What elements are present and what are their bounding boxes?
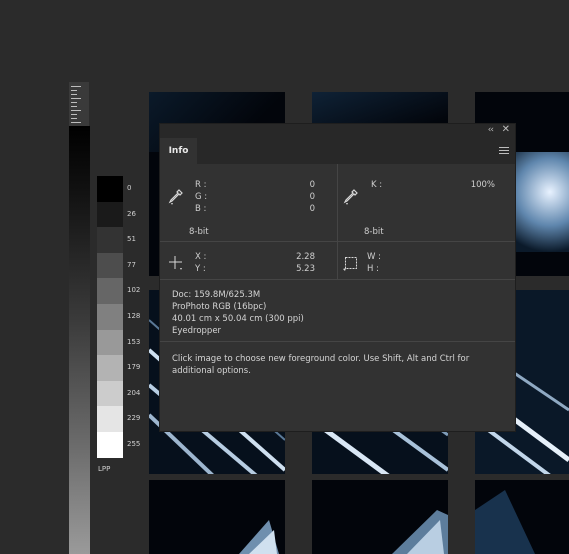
divider: [160, 341, 515, 342]
info-panel: ‹‹ ✕ Info R : G : B : 0 0 0 8-bit K : 10…: [159, 123, 516, 432]
luminance-value: 255: [127, 439, 141, 448]
r-label: R :: [195, 180, 207, 190]
doc-size: Doc: 159.8M/625.3M: [172, 290, 261, 300]
tool-hint: Click image to choose new foreground col…: [172, 354, 470, 376]
g-value: 0: [309, 192, 315, 202]
luminance-value: 153: [127, 337, 141, 346]
close-panel-button[interactable]: ✕: [502, 124, 510, 135]
collapse-panel-button[interactable]: ‹‹: [488, 125, 494, 135]
w-label: W :: [367, 252, 381, 262]
g-label: G :: [195, 192, 208, 202]
vertical-ruler: [69, 82, 89, 126]
b-label: B :: [195, 204, 207, 214]
canvas-image-tile[interactable]: [149, 480, 285, 554]
panel-title-bar: ‹‹ ✕: [160, 124, 515, 138]
divider: [337, 241, 338, 279]
selection-size-icon: [343, 257, 357, 271]
x-label: X :: [195, 252, 207, 262]
k-bit-depth[interactable]: 8-bit: [364, 227, 384, 237]
y-value: 5.23: [296, 264, 315, 274]
luminance-value: 204: [127, 388, 141, 397]
canvas-image-tile[interactable]: [475, 480, 569, 554]
eyedropper-icon[interactable]: [343, 188, 359, 206]
current-tool: Eyedropper: [172, 326, 222, 336]
luminance-value: 77: [127, 260, 136, 269]
panel-menu-icon[interactable]: [499, 147, 509, 156]
luminance-values: 0 26 51 77 102 128 153 179 204 229 255: [127, 176, 140, 458]
luminance-value: 229: [127, 414, 141, 423]
crosshair-icon[interactable]: [168, 255, 184, 271]
canvas-image-tile[interactable]: [312, 480, 448, 554]
luminance-value: 0: [127, 184, 132, 192]
rgb-bit-depth[interactable]: 8-bit: [189, 227, 209, 237]
document-dimensions: 40.01 cm x 50.04 cm (300 ppi): [172, 314, 304, 324]
panel-tab-bar: Info: [160, 138, 515, 164]
lpp-label: LPP: [98, 465, 111, 473]
luminance-swatches: [97, 176, 123, 458]
color-profile: ProPhoto RGB (16bpc): [172, 302, 267, 312]
k-value: 100%: [470, 180, 495, 190]
document-info: Doc: 159.8M/625.3M ProPhoto RGB (16bpc) …: [172, 289, 304, 337]
divider: [337, 164, 338, 241]
y-label: Y :: [195, 264, 206, 274]
luminance-value: 51: [127, 235, 136, 244]
k-label: K :: [371, 180, 383, 190]
luminance-value: 179: [127, 363, 141, 372]
b-value: 0: [309, 204, 315, 214]
x-value: 2.28: [296, 252, 315, 262]
gradient-strip: [69, 126, 90, 554]
luminance-value: 26: [127, 209, 136, 218]
r-value: 0: [309, 180, 315, 190]
tab-info[interactable]: Info: [160, 138, 197, 164]
divider: [160, 279, 515, 280]
h-label: H :: [367, 264, 379, 274]
luminance-value: 102: [127, 286, 141, 295]
luminance-value: 128: [127, 311, 141, 320]
eyedropper-icon[interactable]: [168, 188, 184, 206]
